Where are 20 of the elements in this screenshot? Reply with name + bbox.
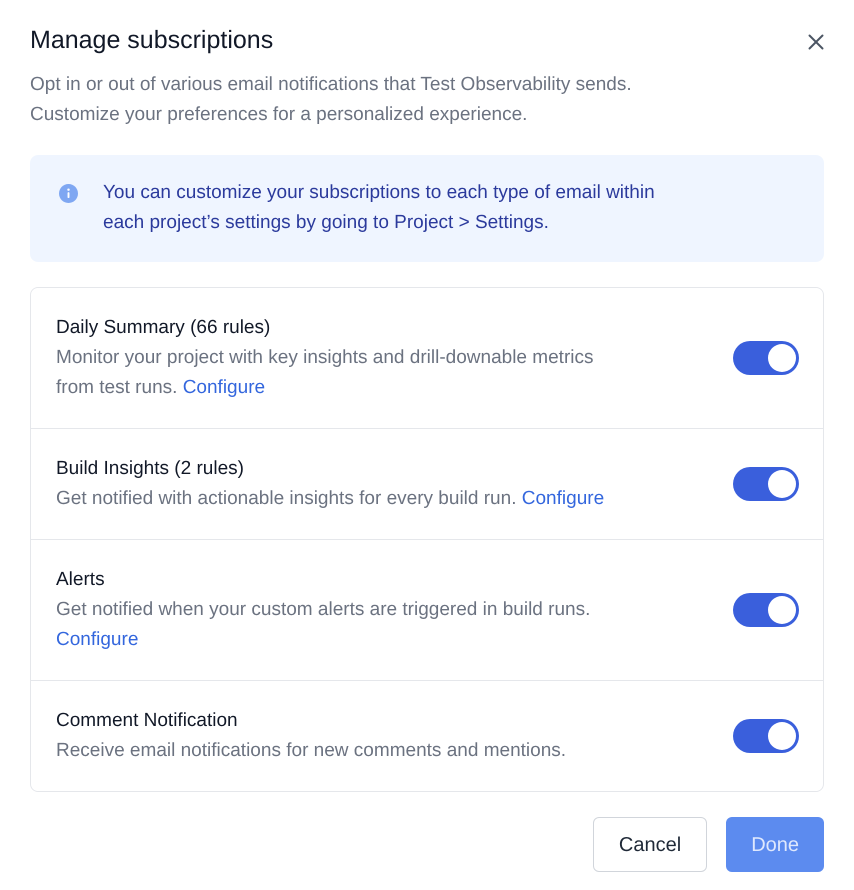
toggle-switch[interactable]	[733, 719, 799, 753]
toggle-switch[interactable]	[733, 467, 799, 501]
subscription-title: Alerts	[56, 568, 106, 592]
configure-link[interactable]: Configure	[182, 377, 266, 398]
cancel-button[interactable]: Cancel	[592, 817, 708, 872]
info-icon	[59, 184, 78, 203]
subscription-title: Comment Notification	[56, 709, 239, 733]
toggle-switch[interactable]	[733, 593, 799, 627]
dialog-description: Opt in or out of various email notifications that Test Observability sends. Customize your preferences for a personalized experience.	[30, 73, 633, 127]
configure-link[interactable]: Configure	[56, 629, 138, 650]
subscription-title: Build Insights (2 rules)	[56, 457, 245, 481]
subscription-description: Receive email notifications for new comments and mentions.	[56, 739, 568, 763]
subscription-description: Monitor your project with key insights and drill-downable metrics from test runs. Configure	[56, 346, 595, 400]
subscription-title: Daily Summary (66 rules)	[56, 316, 272, 340]
dialog-title: Manage subscriptions	[30, 25, 274, 56]
configure-link[interactable]: Configure	[522, 488, 604, 509]
info-message: You can customize your subscriptions to each type of email within each project’s settings by going to Project > Settings.	[103, 181, 656, 235]
subscription-description: Get notified when your custom alerts are triggered in build runs. Configure	[56, 598, 592, 652]
subscription-description: Get notified with actionable insights for every build run. Configure	[56, 487, 606, 511]
toggle-switch[interactable]	[733, 341, 799, 375]
